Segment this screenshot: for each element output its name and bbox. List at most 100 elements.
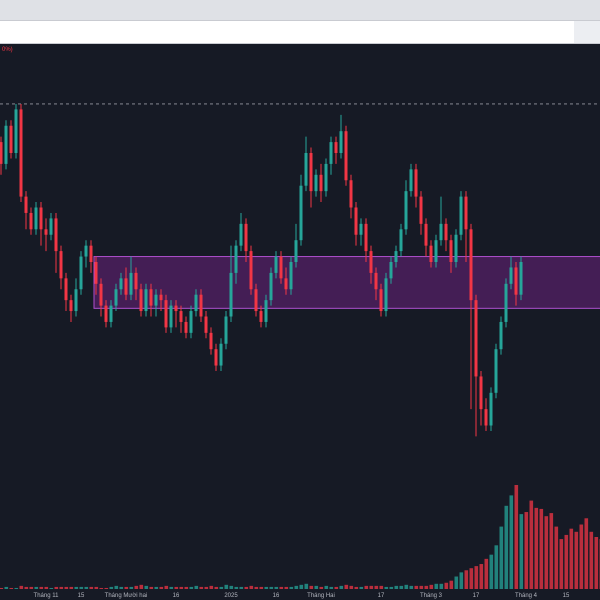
- x-tick-label: 17: [378, 593, 385, 599]
- volume-bar: [179, 586, 184, 589]
- volume-bar: [419, 585, 424, 589]
- candle-body: [214, 349, 218, 366]
- candle-body: [369, 251, 373, 273]
- x-tick-label: 15: [563, 593, 570, 599]
- volume-bar: [449, 580, 454, 589]
- candle-body: [259, 311, 263, 322]
- candle-body: [349, 180, 353, 208]
- x-axis-labels: Tháng 11 15 Tháng Mười hai 16 2025 16 Tháng Ha…: [34, 593, 570, 599]
- volume-bar: [99, 587, 104, 589]
- volume-bar: [289, 586, 294, 589]
- volume-bar: [544, 516, 549, 589]
- volume-bar: [479, 564, 484, 589]
- candle-body: [209, 332, 213, 350]
- volume-bar: [344, 584, 349, 589]
- candle-body: [404, 191, 408, 230]
- candle-body: [219, 343, 223, 366]
- volume-bar: [0, 587, 4, 589]
- volume-bar: [429, 584, 434, 589]
- volume-bar: [34, 586, 39, 589]
- volume-bar: [269, 586, 274, 589]
- volume-bar: [149, 586, 154, 589]
- candle-body: [59, 251, 63, 279]
- candle-body: [489, 392, 493, 426]
- candlestick-chart[interactable]: Tháng 11 15 Tháng Mười hai 16 2025 16 Tháng Ha…: [0, 44, 600, 600]
- x-tick-label: 16: [173, 593, 180, 599]
- volume-bar: [374, 585, 379, 589]
- candle-body: [334, 142, 338, 153]
- volume-bar: [389, 586, 394, 589]
- volume-bar: [464, 570, 469, 589]
- candle-body: [114, 289, 118, 306]
- volume-bar: [564, 534, 569, 589]
- candle-body: [354, 207, 358, 235]
- chart-panel[interactable]: Tháng 11 15 Tháng Mười hai 16 2025 16 Tháng Ha…: [0, 44, 600, 600]
- candle-body: [384, 278, 388, 312]
- volume-bar: [384, 586, 389, 589]
- volume-bar: [379, 585, 384, 589]
- volume-bar: [119, 586, 124, 589]
- candle-body: [144, 289, 148, 312]
- volume-bar: [484, 558, 489, 589]
- volume-bar: [409, 585, 414, 589]
- volume-bar: [39, 586, 44, 589]
- candle-body: [149, 289, 153, 306]
- volume-bar: [549, 513, 554, 589]
- candle-body: [174, 305, 178, 312]
- volume-bar: [454, 576, 459, 589]
- volume-bar: [69, 586, 74, 589]
- volume-bar: [279, 586, 284, 589]
- browser-address-bar[interactable]: [0, 20, 600, 44]
- volume-bar: [369, 585, 374, 589]
- candle-body: [439, 223, 443, 241]
- volume-bar: [514, 485, 519, 589]
- candle-body: [64, 278, 68, 301]
- candle-body: [204, 316, 208, 333]
- candle-body: [194, 294, 198, 312]
- candle-body: [184, 321, 188, 333]
- volume-bar: [519, 514, 524, 589]
- candle-body: [329, 142, 333, 164]
- volume-bar: [134, 585, 139, 589]
- candle-body: [139, 289, 143, 312]
- candle-body: [229, 272, 233, 317]
- volume-bar: [244, 586, 249, 589]
- legend-fragment: 0%): [2, 47, 13, 53]
- volume-bar: [284, 586, 289, 589]
- volume-bar: [509, 495, 514, 589]
- volume-bar: [339, 585, 344, 589]
- candle-body: [249, 251, 253, 290]
- volume-bar: [154, 586, 159, 589]
- candle-body: [304, 153, 308, 186]
- volume-bar: [299, 584, 304, 589]
- volume-bar: [414, 585, 419, 589]
- candle-body: [74, 289, 78, 312]
- volume-bar: [44, 586, 49, 589]
- volume-bar: [424, 585, 429, 589]
- volume-bar: [434, 583, 439, 589]
- candle-body: [514, 267, 518, 295]
- candle-body: [414, 169, 418, 197]
- candle-body: [394, 251, 398, 262]
- volume-bar: [194, 585, 199, 589]
- support-zone-rect: [93, 256, 600, 309]
- volume-bar: [64, 586, 69, 589]
- candle-body: [314, 174, 318, 192]
- volume-bar: [219, 586, 224, 589]
- candle-body: [224, 316, 228, 344]
- volume-bar: [229, 585, 234, 589]
- candle-body: [34, 207, 38, 230]
- candle-body: [274, 256, 278, 273]
- candle-body: [29, 212, 33, 230]
- candle-body: [424, 223, 428, 246]
- x-tick-label: 2025: [224, 593, 238, 599]
- volume-bar: [19, 585, 24, 589]
- candle-body: [129, 272, 133, 295]
- candle-body: [244, 223, 248, 252]
- volume-bar: [274, 586, 279, 589]
- volume-bar: [324, 585, 329, 589]
- browser-bar-edge: [574, 21, 600, 43]
- volume-bar: [94, 586, 99, 589]
- volume-bar: [224, 584, 229, 589]
- volume-bar: [589, 531, 594, 589]
